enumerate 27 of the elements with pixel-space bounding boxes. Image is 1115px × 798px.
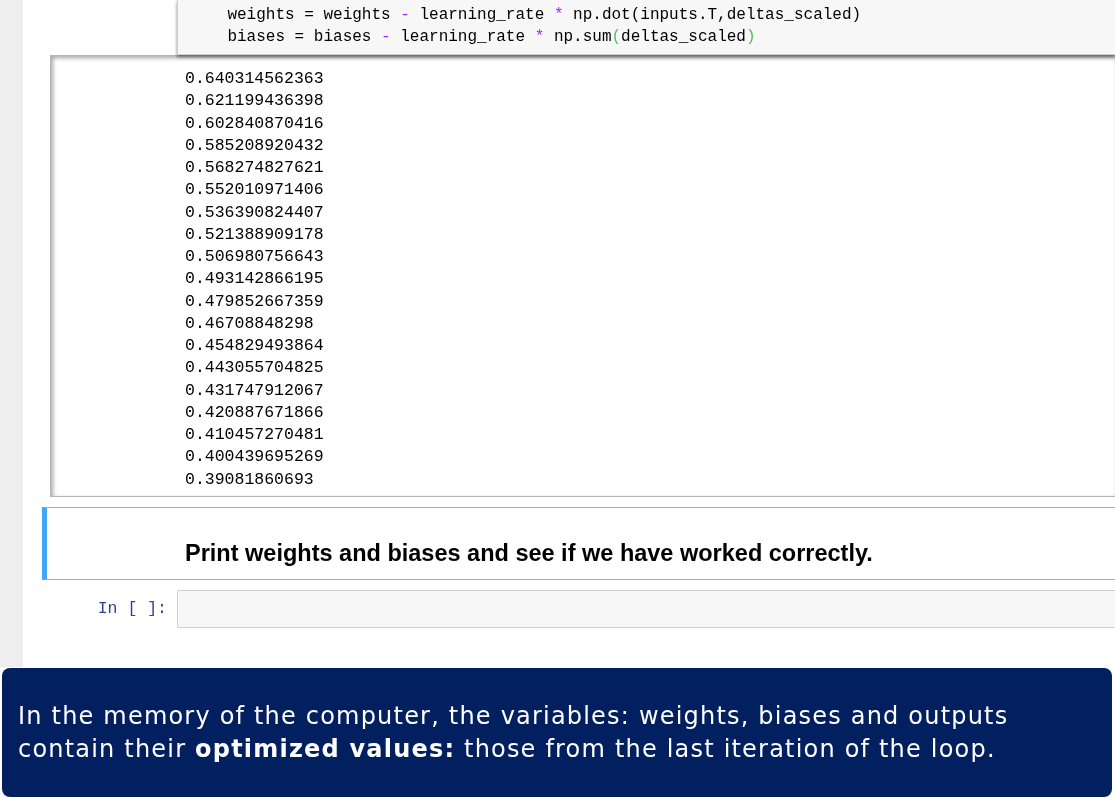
- output-line: 0.410457270481: [185, 424, 325, 446]
- output-line: 0.493142866195: [185, 268, 325, 291]
- output-line: 0.568274827621: [185, 157, 325, 179]
- output-line: 0.640314562363: [185, 68, 325, 90]
- markdown-text: Print weights and biases and see if we have worked correctly.: [185, 538, 874, 567]
- code-editor[interactable]: weights = weights - learning_rate * np.dot(inputs.T,deltas_scaled) biases = biases - learning_rate * np.sum(deltas_scaled): [177, 0, 1115, 55]
- output-line: 0.420887671866: [185, 401, 325, 424]
- output-line: 0.431747912067: [185, 379, 325, 402]
- output-line: 0.552010971406: [185, 179, 325, 202]
- output-line: 0.39081860693: [185, 468, 315, 491]
- input-prompt: In [ ]:: [97, 597, 167, 620]
- code-input-field[interactable]: [177, 589, 1115, 628]
- output-line: 0.400439695269: [185, 446, 325, 469]
- output-line: 0.536390824407: [185, 201, 325, 224]
- output-line: 0.521388909178: [185, 223, 325, 246]
- output-line: 0.443055704825: [185, 357, 325, 380]
- output-line: 0.621199436398: [185, 90, 325, 113]
- output-line: 0.602840870416: [185, 112, 325, 135]
- output-line: 0.479852667359: [185, 290, 325, 313]
- output-line: 0.585208920432: [185, 134, 325, 157]
- code-line: biases = biases - learning_rate * np.sum(deltas_scaled): [226, 27, 757, 48]
- output-line: 0.454829493864: [185, 335, 325, 357]
- output-line: 0.46708848298: [185, 312, 315, 335]
- caption-text: In the memory of the computer, the variables: weights, biases and outputs contain their optimized values: those from the last iteration of the loop.: [18, 701, 1010, 765]
- markdown-cell[interactable]: Print weights and biases and see if we have worked correctly.: [42, 506, 1115, 580]
- output-line: 0.506980756643: [185, 246, 325, 268]
- code-line: weights = weights - learning_rate * np.dot(inputs.T,deltas_scaled): [226, 5, 863, 26]
